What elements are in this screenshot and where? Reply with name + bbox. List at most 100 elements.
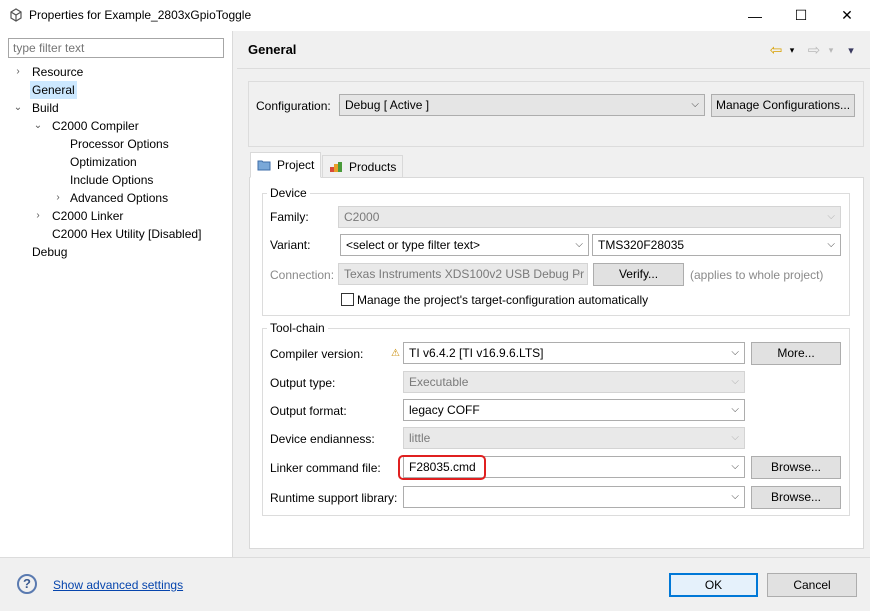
manage-target-config-checkbox[interactable] [341, 293, 354, 306]
back-menu-icon[interactable]: ▾ [787, 42, 797, 58]
back-arrow-icon[interactable]: ⇦ [768, 42, 784, 59]
family-label: Family: [270, 210, 309, 224]
minimize-button[interactable]: — [732, 0, 778, 31]
chevron-down-icon: ⌵ [731, 461, 739, 472]
chevron-down-icon: ⌵ [731, 347, 739, 358]
tree-item-general[interactable]: General [0, 81, 233, 99]
linker-command-file-label: Linker command file: [270, 461, 381, 475]
device-group-title: Device [267, 186, 310, 200]
output-type-select: Executable ⌵ [403, 371, 745, 393]
variant-select[interactable]: TMS320F28035 ⌵ [592, 234, 841, 256]
family-select: C2000 ⌵ [338, 206, 841, 228]
app-icon [9, 8, 23, 22]
applies-note: (applies to whole project) [690, 268, 824, 282]
device-endianness-select: little ⌵ [403, 427, 745, 449]
variant-value: TMS320F28035 [598, 238, 685, 252]
tree-label: Processor Options [70, 137, 169, 151]
forward-menu-icon[interactable]: ▾ [826, 42, 836, 58]
compiler-version-select[interactable]: TI v6.4.2 [TI v16.9.6.LTS] ⌵ [403, 342, 745, 364]
configuration-label: Configuration: [256, 99, 331, 113]
variant-filter-text: <select or type filter text> [346, 238, 481, 252]
output-format-label: Output format: [270, 404, 347, 418]
forward-arrow-icon[interactable]: ⇨ [806, 42, 822, 59]
connection-value: Texas Instruments XDS100v2 USB Debug Pr [344, 267, 585, 281]
browse-runtime-button[interactable]: Browse... [751, 486, 841, 509]
annotation-highlight-box [398, 455, 486, 480]
expand-arrow-icon[interactable]: › [12, 63, 24, 81]
output-format-select[interactable]: legacy COFF ⌵ [403, 399, 745, 421]
manage-configurations-button[interactable]: Manage Configurations... [711, 94, 855, 117]
tree-label: C2000 Hex Utility [Disabled] [52, 227, 202, 241]
view-menu-icon[interactable]: ▾ [844, 42, 858, 58]
tree-item-resource[interactable]: › Resource [0, 63, 233, 81]
maximize-button[interactable]: ☐ [778, 0, 824, 31]
filter-input[interactable] [8, 38, 224, 58]
tree-item-optimization[interactable]: Optimization [0, 153, 233, 171]
tab-label: Products [349, 159, 397, 174]
tree-label: Optimization [70, 155, 137, 169]
products-icon [329, 161, 343, 173]
warning-icon: ⚠ [391, 348, 400, 359]
compiler-version-label: Compiler version: [270, 347, 364, 361]
collapse-arrow-icon[interactable]: ⌄ [32, 117, 44, 135]
output-type-value: Executable [409, 375, 469, 389]
device-endianness-value: little [409, 431, 431, 445]
device-endianness-label: Device endianness: [270, 432, 375, 446]
manage-target-config-label: Manage the project's target-configuratio… [357, 293, 649, 307]
chevron-down-icon: ⌵ [827, 239, 835, 250]
tree-item-build[interactable]: ⌄ Build [0, 99, 233, 117]
variant-filter-select[interactable]: <select or type filter text> ⌵ [340, 234, 589, 256]
output-type-label: Output type: [270, 376, 336, 390]
show-advanced-settings-link[interactable]: Show advanced settings [53, 578, 183, 592]
runtime-support-library-combo[interactable]: ⌵ [403, 486, 745, 508]
more-button[interactable]: More... [751, 342, 841, 365]
tab-label: Project [277, 158, 315, 172]
output-format-value: legacy COFF [409, 403, 480, 417]
tree-label: General [30, 81, 77, 99]
tree-item-c2000-linker[interactable]: › C2000 Linker [0, 207, 233, 225]
tree-item-debug[interactable]: Debug [0, 243, 233, 261]
ok-button[interactable]: OK [669, 573, 758, 597]
chevron-down-icon: ⌵ [731, 376, 739, 387]
tree-label: Resource [32, 65, 84, 79]
family-value: C2000 [344, 210, 380, 224]
close-button[interactable]: ✕ [824, 0, 870, 31]
tree-label: C2000 Linker [52, 209, 124, 223]
tab-project[interactable]: Project [250, 152, 322, 178]
collapse-arrow-icon[interactable]: ⌄ [12, 99, 24, 117]
configuration-select[interactable]: Debug [ Active ] ⌵ [339, 94, 705, 116]
tree-label: Build [32, 101, 59, 115]
connection-label: Connection: [270, 268, 335, 282]
chevron-down-icon: ⌵ [731, 432, 739, 443]
runtime-support-library-label: Runtime support library: [270, 491, 398, 505]
tree-label: Include Options [70, 173, 154, 187]
variant-label: Variant: [270, 238, 311, 252]
tree-item-include-options[interactable]: Include Options [0, 171, 233, 189]
configuration-value: Debug [ Active ] [345, 98, 430, 112]
tree-label: C2000 Compiler [52, 119, 139, 133]
tree-label: Debug [32, 245, 68, 259]
tree-item-c2000-compiler[interactable]: ⌄ C2000 Compiler [0, 117, 233, 135]
browse-linker-button[interactable]: Browse... [751, 456, 841, 479]
toolchain-group-title: Tool-chain [267, 321, 328, 335]
tree-label: Advanced Options [70, 191, 169, 205]
page-title: General [248, 42, 297, 57]
chevron-down-icon: ⌵ [731, 404, 739, 415]
expand-arrow-icon[interactable]: › [52, 189, 64, 207]
help-icon[interactable]: ? [17, 574, 37, 594]
window-title: Properties for Example_2803xGpioToggle [29, 8, 252, 22]
tree-item-processor-options[interactable]: Processor Options [0, 135, 233, 153]
chevron-down-icon: ⌵ [575, 239, 583, 250]
compiler-version-value: TI v6.4.2 [TI v16.9.6.LTS] [409, 346, 544, 360]
chevron-down-icon: ⌵ [827, 211, 835, 222]
verify-button[interactable]: Verify... [593, 263, 684, 286]
chevron-down-icon: ⌵ [574, 268, 582, 279]
tree-item-advanced-options[interactable]: › Advanced Options [0, 189, 233, 207]
chevron-down-icon: ⌵ [731, 491, 739, 502]
folder-icon [257, 159, 271, 171]
tab-products[interactable]: Products [322, 155, 404, 178]
cancel-button[interactable]: Cancel [767, 573, 857, 597]
expand-arrow-icon[interactable]: › [32, 207, 44, 225]
chevron-down-icon: ⌵ [691, 99, 699, 110]
tree-item-c2000-hex-utility[interactable]: C2000 Hex Utility [Disabled] [0, 225, 233, 243]
